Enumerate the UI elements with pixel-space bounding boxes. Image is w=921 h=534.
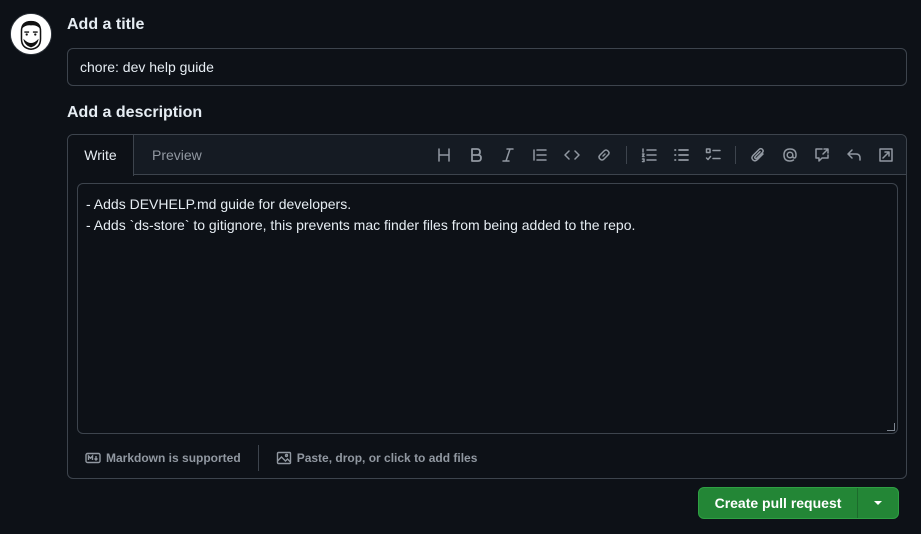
title-label: Add a title <box>67 16 145 33</box>
fullscreen-icon[interactable] <box>874 143 898 167</box>
tab-write[interactable]: Write <box>68 135 134 176</box>
attach-icon[interactable] <box>746 143 770 167</box>
link-icon[interactable] <box>592 143 616 167</box>
add-files-label: Paste, drop, or click to add files <box>296 451 478 465</box>
quote-icon[interactable] <box>528 143 552 167</box>
editor-footer: Markdown is supported Paste, drop, or cl… <box>68 440 906 476</box>
add-files-button[interactable]: Paste, drop, or click to add files <box>259 440 478 476</box>
description-label: Add a description <box>67 104 203 121</box>
ordered-list-icon[interactable] <box>637 143 661 167</box>
create-pull-request-button[interactable]: Create pull request <box>699 488 858 518</box>
description-textarea[interactable]: - Adds DEVHELP.md guide for developers. … <box>77 183 898 434</box>
create-options-dropdown[interactable] <box>858 488 898 518</box>
title-input[interactable] <box>67 48 907 86</box>
markdown-toolbar <box>424 143 898 167</box>
toolbar-divider <box>626 146 627 164</box>
chevron-down-icon <box>874 501 882 505</box>
italic-icon[interactable] <box>496 143 520 167</box>
description-editor: Write Preview - Adds DEVHELP.md guide fo… <box>67 134 907 479</box>
markdown-icon <box>85 452 101 464</box>
unordered-list-icon[interactable] <box>669 143 693 167</box>
tab-preview[interactable]: Preview <box>136 135 218 176</box>
markdown-supported-label: Markdown is supported <box>106 451 241 465</box>
task-list-icon[interactable] <box>701 143 725 167</box>
heading-icon[interactable] <box>432 143 456 167</box>
pull-request-form: Add a title Add a description Write Prev… <box>0 0 921 534</box>
editor-header: Write Preview <box>68 135 906 176</box>
description-line: - Adds `ds-store` to gitignore, this pre… <box>86 217 636 233</box>
markdown-supported-link[interactable]: Markdown is supported <box>68 445 259 471</box>
image-icon <box>276 451 291 465</box>
reply-icon[interactable] <box>842 143 866 167</box>
avatar-face-icon <box>11 14 51 54</box>
avatar[interactable] <box>10 13 52 55</box>
mention-icon[interactable] <box>778 143 802 167</box>
code-icon[interactable] <box>560 143 584 167</box>
bold-icon[interactable] <box>464 143 488 167</box>
resize-handle[interactable] <box>887 423 895 431</box>
toolbar-divider <box>735 146 736 164</box>
description-line: - Adds DEVHELP.md guide for developers. <box>86 196 352 212</box>
create-pull-request-split-button: Create pull request <box>698 487 899 519</box>
cross-reference-icon[interactable] <box>810 143 834 167</box>
